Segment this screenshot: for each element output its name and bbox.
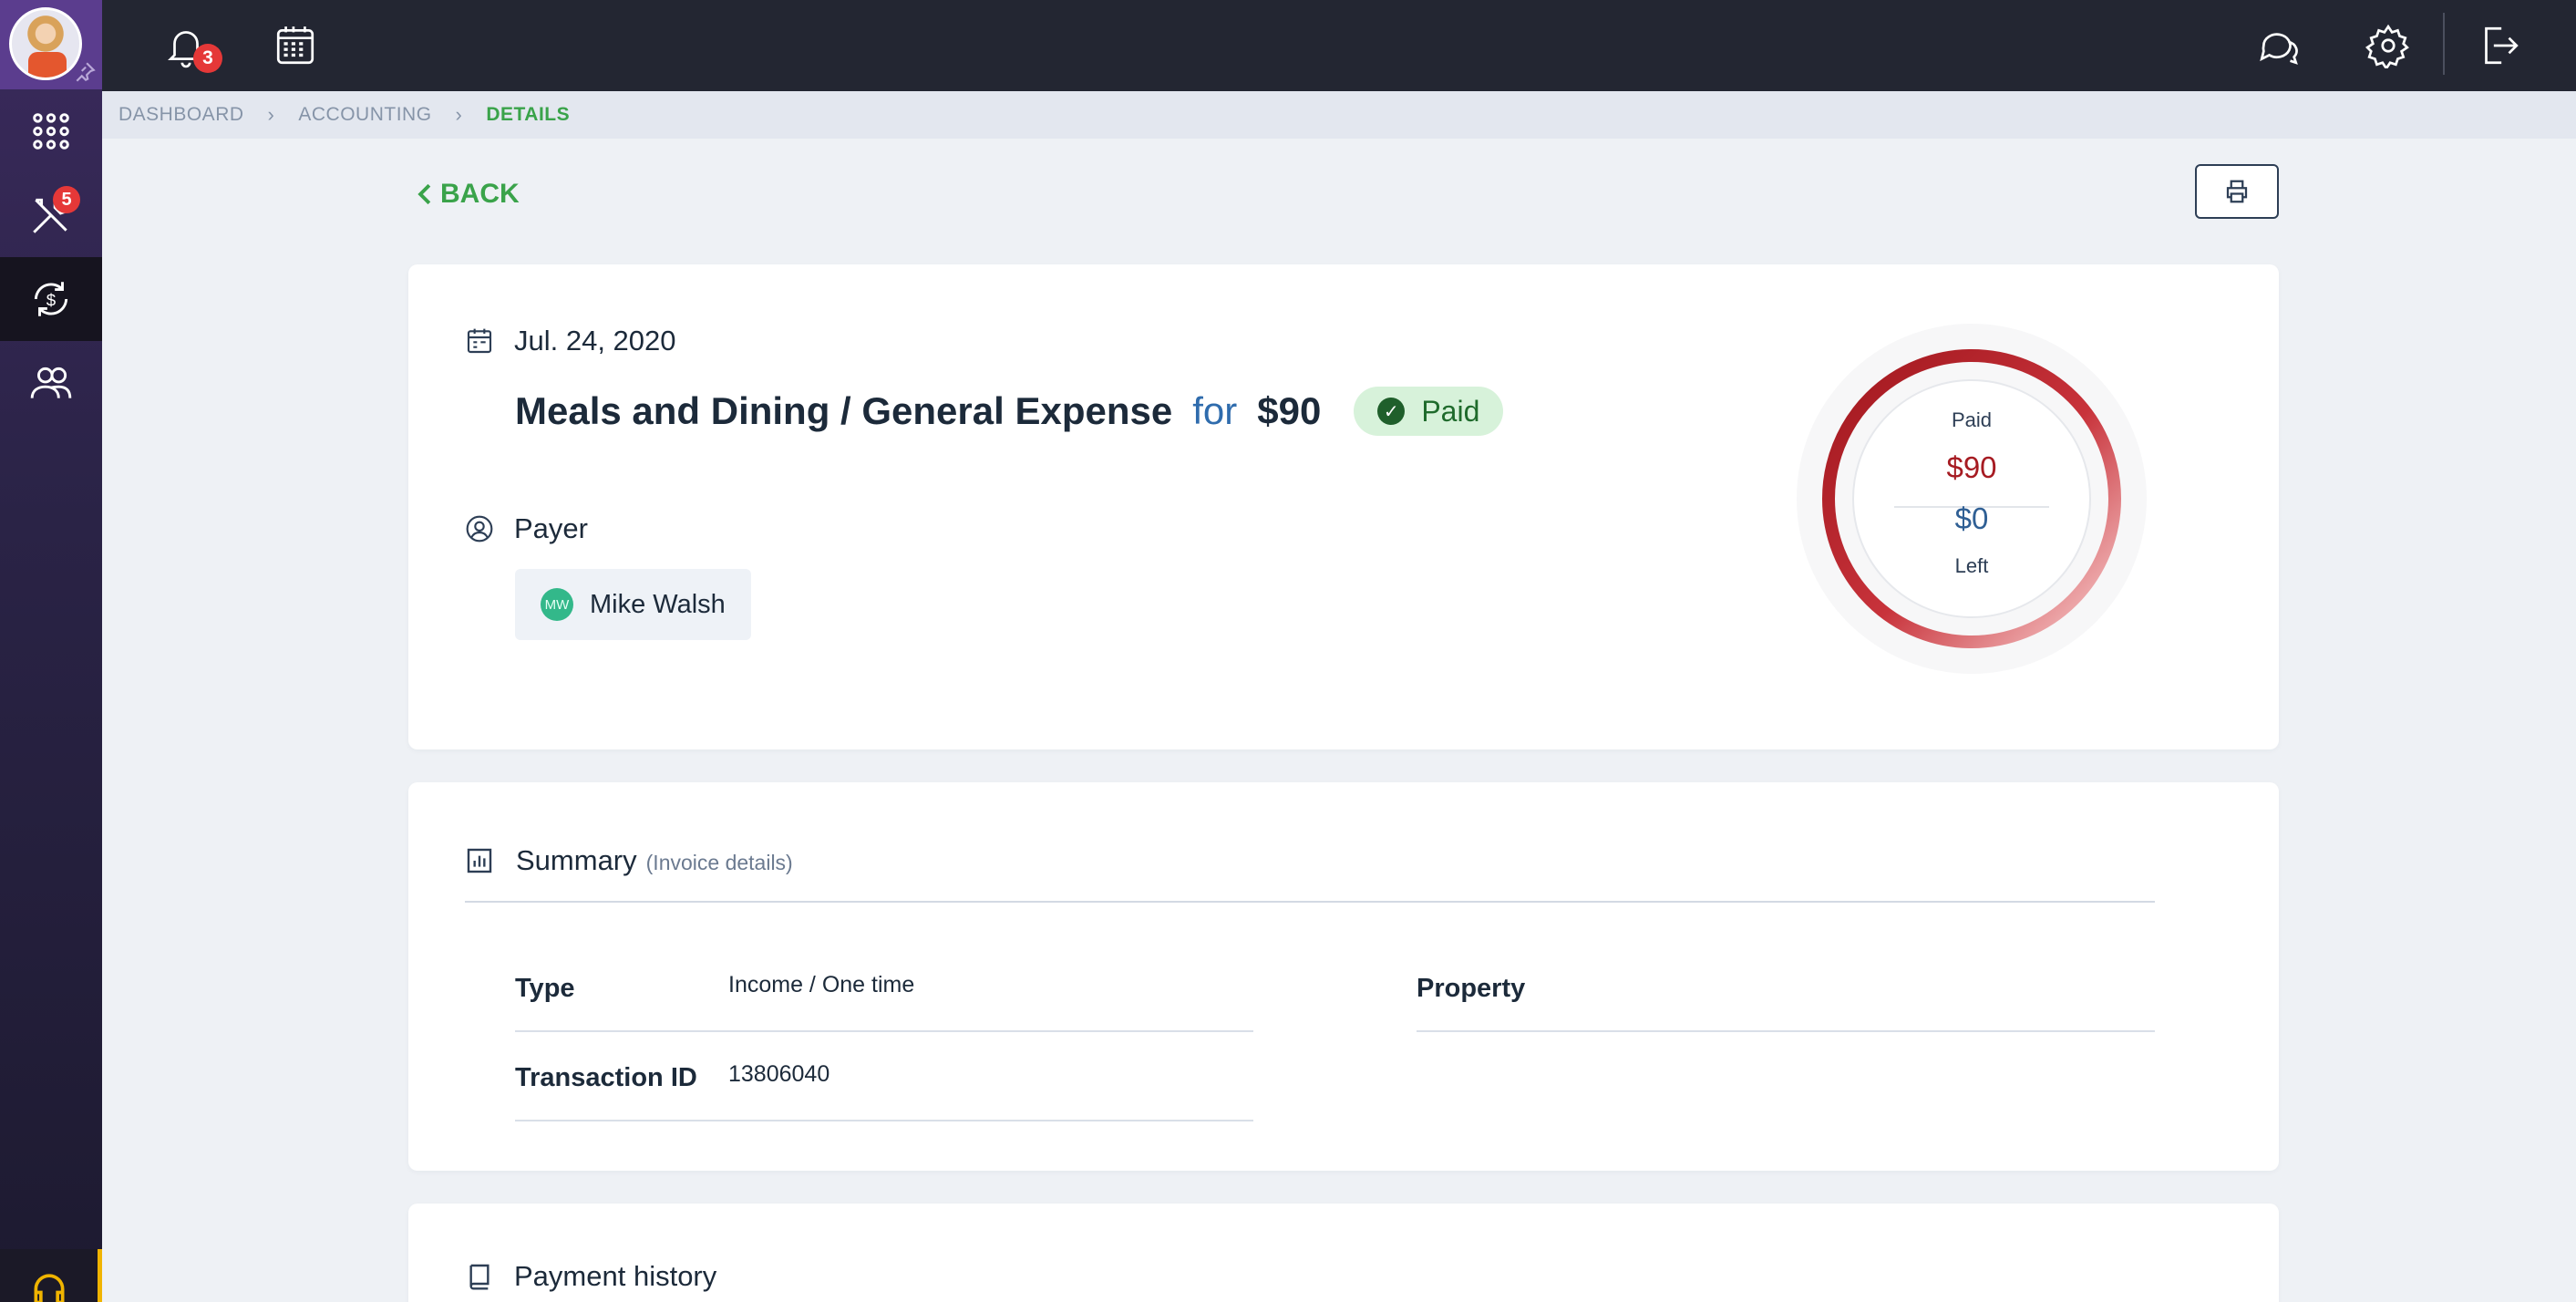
property-row: Property <box>1417 945 2155 1032</box>
pin-icon[interactable] <box>73 60 97 84</box>
chat-icon <box>2260 33 2298 65</box>
payer-chip[interactable]: MW Mike Walsh <box>515 569 751 640</box>
breadcrumb-details: DETAILS <box>486 104 571 125</box>
sidebar-item-accounting[interactable]: $ <box>0 257 102 341</box>
bar-chart-icon <box>467 848 492 873</box>
status-label: Paid <box>1421 394 1480 428</box>
back-label: BACK <box>440 179 520 209</box>
settings-button[interactable] <box>2361 18 2416 73</box>
payment-history-card: Payment history <box>408 1204 2279 1302</box>
svg-text:$: $ <box>46 290 57 309</box>
summary-subtitle: (Invoice details) <box>645 851 793 874</box>
payment-history-title: Payment history <box>514 1260 717 1292</box>
payer-name: Mike Walsh <box>590 589 726 619</box>
breadcrumb: DASHBOARD › ACCOUNTING › DETAILS <box>102 91 2576 139</box>
payer-heading: Payer <box>465 512 588 545</box>
payer-avatar: MW <box>541 588 573 621</box>
transaction-id-label: Transaction ID <box>515 1063 697 1092</box>
chevron-left-icon <box>417 183 431 205</box>
user-circle-icon <box>466 515 493 542</box>
support-button[interactable] <box>0 1249 102 1302</box>
top-bar: 3 <box>102 0 2576 91</box>
apps-grid-icon <box>33 113 69 150</box>
property-label: Property <box>1417 974 1526 1003</box>
summary-divider <box>465 901 2155 903</box>
notifications-badge: 3 <box>193 44 222 73</box>
back-button[interactable]: BACK <box>415 179 520 210</box>
summary-card: Summary (Invoice details) Type Income / … <box>408 782 2279 1171</box>
for-word: for <box>1192 389 1238 432</box>
avatar[interactable] <box>9 7 82 80</box>
breadcrumb-dashboard[interactable]: DASHBOARD <box>118 104 244 126</box>
gauge-paid-label: Paid <box>1951 408 1993 431</box>
transaction-title: Meals and Dining / General Expense for $… <box>515 387 1504 436</box>
messages-button[interactable] <box>2251 18 2306 73</box>
gauge-left-amount: $0 <box>1954 501 1989 535</box>
printer-icon <box>2226 180 2248 203</box>
users-icon <box>30 367 72 398</box>
topbar-divider <box>2443 13 2445 75</box>
money-cycle-icon: $ <box>34 282 68 316</box>
headset-icon <box>34 1274 64 1302</box>
calendar-icon <box>276 26 314 65</box>
check-circle-icon: ✓ <box>1377 398 1406 425</box>
type-label: Type <box>515 974 575 1003</box>
type-row: Type Income / One time <box>515 945 1253 1032</box>
sidebar-item-apps[interactable] <box>0 89 102 173</box>
sidebar-item-contacts[interactable] <box>0 341 102 425</box>
logout-button[interactable] <box>2470 18 2525 73</box>
breadcrumb-accounting[interactable]: ACCOUNTING <box>298 104 431 126</box>
calendar-button[interactable] <box>268 18 323 73</box>
transaction-id-value: 13806040 <box>728 1061 830 1087</box>
gauge-paid-amount: $90 <box>1946 450 1997 484</box>
gear-icon <box>2365 24 2409 68</box>
sidebar: 5 $ <box>0 0 102 1302</box>
calendar-icon <box>467 328 492 354</box>
book-icon <box>469 1264 489 1290</box>
sidebar-avatar-area <box>0 0 102 89</box>
summary-title: Summary <box>516 844 637 876</box>
payment-history-heading: Payment history <box>465 1260 716 1293</box>
chevron-right-icon: › <box>267 103 275 126</box>
notifications-button[interactable]: 3 <box>159 18 222 73</box>
payer-label: Payer <box>514 512 588 544</box>
type-value: Income / One time <box>728 972 915 997</box>
transaction-date: Jul. 24, 2020 <box>514 325 676 356</box>
payment-gauge: Paid $90 $0 Left <box>1794 321 2149 677</box>
chevron-right-icon: › <box>455 103 463 126</box>
print-button[interactable] <box>2195 164 2279 219</box>
transaction-card: Jul. 24, 2020 Meals and Dining / General… <box>408 264 2279 749</box>
transaction-category: Meals and Dining / General Expense <box>515 389 1173 432</box>
logout-icon <box>2485 26 2519 65</box>
transaction-amount: $90 <box>1257 389 1322 432</box>
status-badge: ✓ Paid <box>1354 387 1504 436</box>
gauge-ring <box>1797 324 2147 674</box>
summary-heading: Summary (Invoice details) <box>465 841 793 877</box>
date-row: Jul. 24, 2020 <box>465 325 676 357</box>
sidebar-item-tools[interactable]: 5 <box>0 173 102 257</box>
transaction-id-row: Transaction ID 13806040 <box>515 1034 1253 1121</box>
gauge-left-label: Left <box>1954 554 1989 577</box>
tools-badge: 5 <box>53 186 80 213</box>
